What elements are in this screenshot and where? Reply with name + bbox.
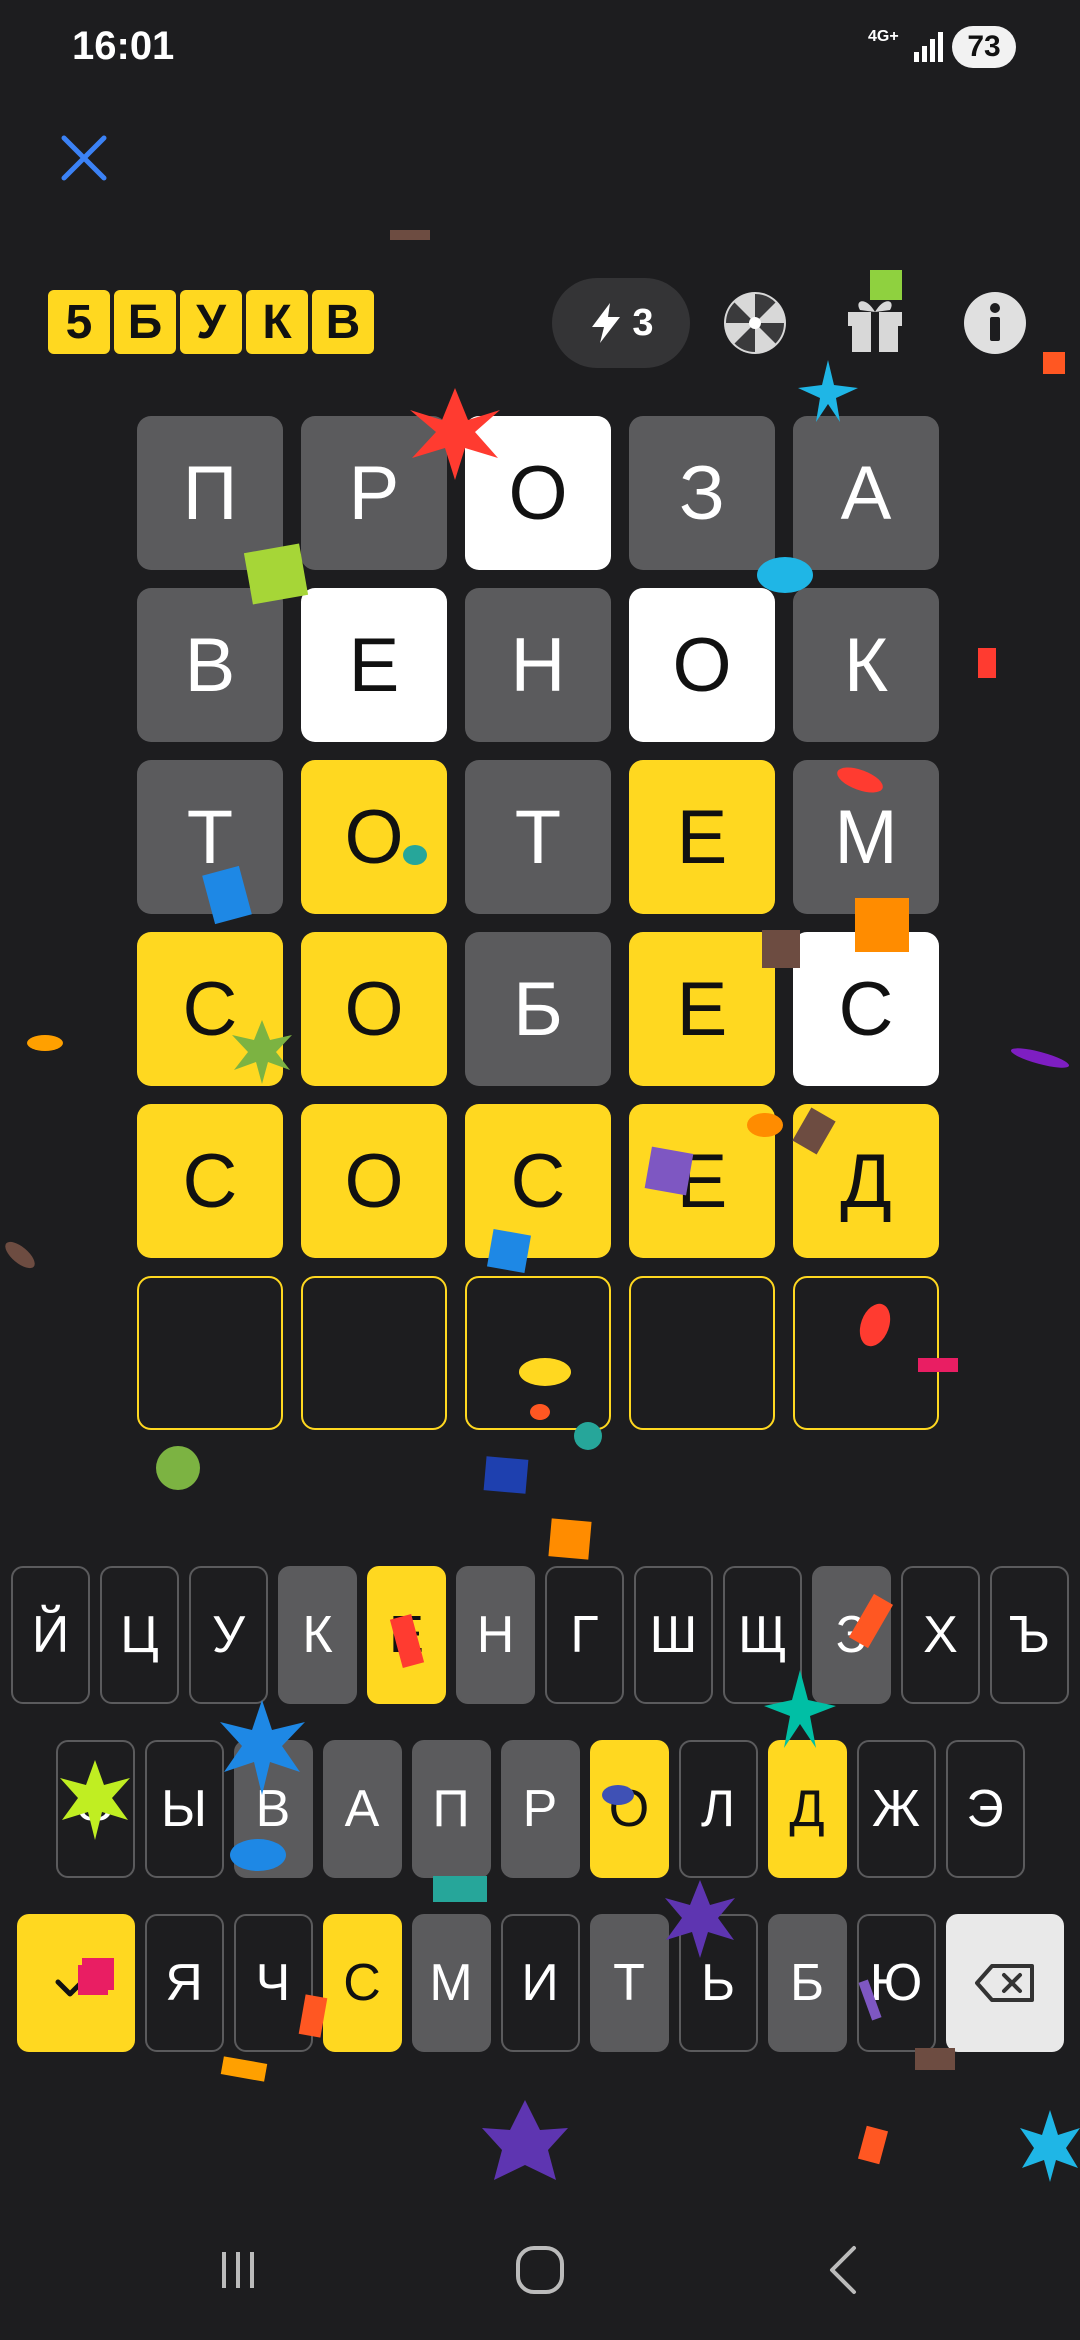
key[interactable]: Ж [856, 1740, 936, 1878]
board-tile: Р [301, 416, 447, 570]
board-tile: Б [465, 932, 611, 1086]
game-logo: 5 Б У К В [48, 290, 374, 354]
board-row-current [137, 1276, 945, 1430]
key[interactable]: Ь [678, 1914, 758, 2052]
board-tile: К [793, 588, 939, 742]
key[interactable]: Т [589, 1914, 669, 2052]
logo-letter: У [180, 290, 242, 354]
logo-letter: 5 [48, 290, 110, 354]
key[interactable]: К [278, 1566, 357, 1704]
key[interactable]: Ъ [990, 1566, 1069, 1704]
key[interactable]: Р [500, 1740, 580, 1878]
key[interactable]: Д [767, 1740, 847, 1878]
board-tile: С [137, 1104, 283, 1258]
key[interactable]: Ц [100, 1566, 179, 1704]
board-tile: С [465, 1104, 611, 1258]
key[interactable]: В [233, 1740, 313, 1878]
board-tile: З [629, 416, 775, 570]
key[interactable]: А [322, 1740, 402, 1878]
key[interactable]: Э [945, 1740, 1025, 1878]
backspace-icon [974, 1964, 1034, 2002]
board-tile-empty [629, 1276, 775, 1430]
board-tile: Т [465, 760, 611, 914]
board-row: Т О Т Е М [137, 760, 945, 914]
board-tile: Е [629, 932, 775, 1086]
info-icon[interactable] [962, 290, 1028, 356]
board-row: С О Б Е С [137, 932, 945, 1086]
key[interactable]: И [500, 1914, 580, 2052]
game-board: П Р О З А В Е Н О К Т О Т Е М С О Б Е С … [137, 416, 945, 1448]
enter-button[interactable] [16, 1914, 135, 2052]
board-tile: О [301, 760, 447, 914]
board-tile: М [793, 760, 939, 914]
logo-letter: Б [114, 290, 176, 354]
network-indicator: 4G+ [868, 28, 899, 45]
key[interactable]: Х [901, 1566, 980, 1704]
back-icon[interactable] [814, 2240, 874, 2300]
logo-letter: В [312, 290, 374, 354]
key[interactable]: Ш [634, 1566, 713, 1704]
wheel-icon[interactable] [722, 290, 788, 356]
system-nav-bar [0, 2220, 1080, 2320]
key[interactable]: Ю [856, 1914, 936, 2052]
key[interactable]: О [589, 1740, 669, 1878]
backspace-button[interactable] [945, 1914, 1064, 2052]
key[interactable]: Я [144, 1914, 224, 2052]
board-tile: С [793, 932, 939, 1086]
signal-icon [914, 32, 943, 62]
board-tile: П [137, 416, 283, 570]
key[interactable]: Ы [144, 1740, 224, 1878]
key[interactable]: М [411, 1914, 491, 2052]
board-tile: О [629, 588, 775, 742]
key[interactable]: У [189, 1566, 268, 1704]
key[interactable]: Н [456, 1566, 535, 1704]
key[interactable]: Б [767, 1914, 847, 2052]
board-tile: О [301, 1104, 447, 1258]
close-icon[interactable] [56, 130, 112, 186]
board-row: С О С Е Д [137, 1104, 945, 1258]
board-row: П Р О З А [137, 416, 945, 570]
board-tile: Н [465, 588, 611, 742]
board-tile: Т [137, 760, 283, 914]
key[interactable]: З [812, 1566, 891, 1704]
board-tile: Е [301, 588, 447, 742]
status-bar: 16:01 4G+ 73 [0, 0, 1080, 100]
board-tile: С [137, 932, 283, 1086]
key[interactable]: Ч [233, 1914, 313, 2052]
energy-button[interactable]: 3 [552, 278, 690, 368]
key[interactable]: Л [678, 1740, 758, 1878]
board-tile: Д [793, 1104, 939, 1258]
board-tile-empty [137, 1276, 283, 1430]
keyboard-row-2: Ф Ы В А П Р О Л Д Ж Э [0, 1740, 1080, 1878]
key[interactable]: П [411, 1740, 491, 1878]
keyboard-row-1: Й Ц У К Е Н Г Ш Щ З Х Ъ [0, 1566, 1080, 1704]
key[interactable]: Е [367, 1566, 446, 1704]
battery-indicator: 73 [952, 26, 1016, 68]
status-time: 16:01 [72, 24, 175, 68]
home-icon[interactable] [510, 2240, 570, 2300]
board-tile: А [793, 416, 939, 570]
board-tile: В [137, 588, 283, 742]
keyboard-row-3: Я Ч С М И Т Ь Б Ю [0, 1914, 1080, 2052]
energy-count: 3 [632, 301, 654, 344]
board-tile-empty [301, 1276, 447, 1430]
key[interactable]: Щ [723, 1566, 802, 1704]
board-tile: О [301, 932, 447, 1086]
logo-letter: К [246, 290, 308, 354]
board-tile-empty [793, 1276, 939, 1430]
key[interactable]: Ф [55, 1740, 135, 1878]
board-row: В Е Н О К [137, 588, 945, 742]
board-tile: Е [629, 1104, 775, 1258]
key[interactable]: С [322, 1914, 402, 2052]
gift-icon[interactable] [842, 290, 908, 356]
board-tile: О [465, 416, 611, 570]
recent-apps-icon[interactable] [208, 2240, 268, 2300]
key[interactable]: Г [545, 1566, 624, 1704]
lightning-icon [592, 303, 621, 343]
checkmark-icon [55, 1967, 96, 1997]
board-tile: Е [629, 760, 775, 914]
board-tile-empty [465, 1276, 611, 1430]
key[interactable]: Й [11, 1566, 90, 1704]
